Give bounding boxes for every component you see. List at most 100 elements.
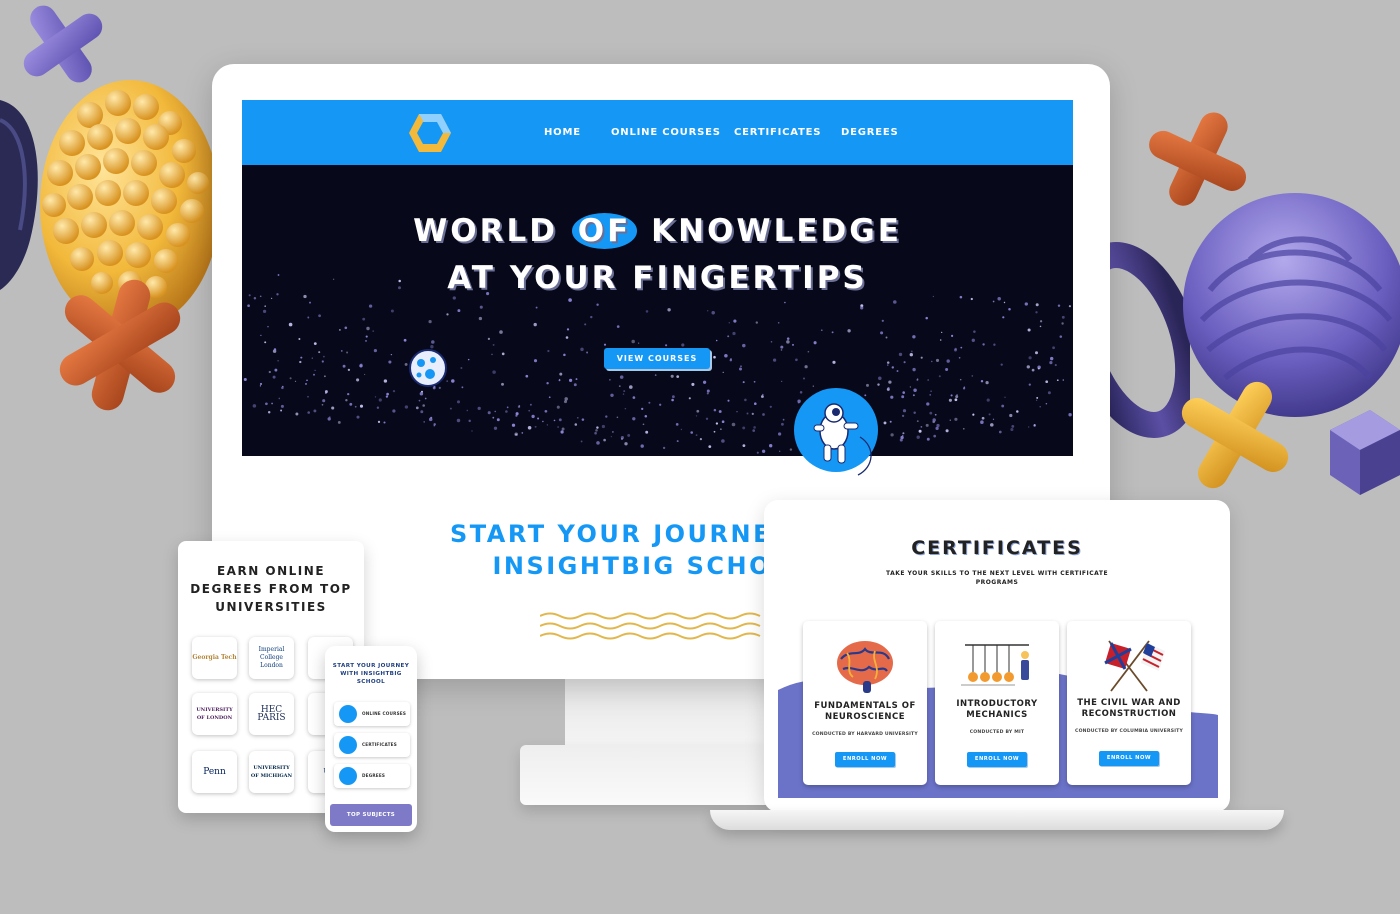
star-dot [620, 436, 624, 440]
star-dot [433, 423, 436, 426]
star-dot [323, 355, 325, 358]
star-dot [533, 359, 538, 363]
star-dot [777, 322, 780, 324]
star-dot [913, 388, 917, 393]
star-dot [331, 406, 335, 410]
university-logo-imperial[interactable]: Imperial College London [249, 637, 294, 679]
star-dot [575, 378, 578, 381]
star-dot [342, 364, 346, 368]
phone-item-certificates[interactable]: CERTIFICATES [334, 733, 410, 757]
certificate-card[interactable]: FUNDAMENTALS OF NEUROSCIENCE CONDUCTED B… [803, 621, 927, 785]
star-dot [988, 413, 991, 416]
star-dot [945, 368, 949, 371]
enroll-now-button[interactable]: ENROLL NOW [1099, 751, 1159, 766]
star-dot [274, 368, 278, 372]
star-dot [1028, 426, 1030, 428]
star-dot [493, 426, 498, 430]
star-dot [466, 409, 469, 412]
star-dot [935, 358, 940, 362]
hero-title-line1: WORLD OF KNOWLEDGE [242, 213, 1073, 249]
star-dot [779, 450, 781, 452]
hexagon-logo-icon[interactable] [407, 111, 453, 155]
star-dot [659, 403, 662, 406]
star-dot [877, 383, 880, 386]
star-dot [784, 301, 786, 304]
star-dot [932, 295, 935, 298]
star-dot [264, 341, 267, 344]
university-logo-georgia-tech[interactable]: Georgia Tech [192, 637, 237, 679]
nav-degrees-link[interactable]: Degrees [841, 127, 899, 138]
university-logo-hec[interactable]: HEC PARIS [249, 693, 294, 735]
star-dot [722, 371, 724, 374]
star-dot [755, 321, 758, 324]
certificate-card[interactable]: THE CIVIL WAR AND RECONSTRUCTION CONDUCT… [1067, 621, 1191, 785]
star-dot [891, 366, 895, 369]
star-dot [728, 322, 730, 324]
star-dot [365, 340, 367, 342]
star-dot [347, 368, 351, 372]
star-dot [912, 394, 915, 397]
star-dot [390, 309, 394, 313]
star-dot [740, 365, 742, 368]
certificates-heading: CERTIFICATES [911, 537, 1083, 559]
enroll-now-button[interactable]: ENROLL NOW [967, 752, 1027, 767]
star-dot [467, 358, 470, 361]
star-dot [954, 398, 958, 402]
university-logo-london[interactable]: UNIVERSITY OF LONDON [192, 693, 237, 735]
star-dot [980, 420, 984, 424]
card-conducted-by: CONDUCTED BY COLUMBIA UNIVERSITY [1075, 729, 1183, 734]
star-dot [623, 390, 626, 393]
star-dot [695, 415, 698, 417]
top-subjects-button[interactable]: TOP SUBJECTS [330, 804, 412, 826]
star-dot [1003, 301, 1006, 304]
enroll-now-button[interactable]: ENROLL NOW [835, 752, 895, 767]
view-courses-button[interactable]: VIEW COURSES [604, 348, 710, 369]
phone-heading: START YOUR JOURNEY WITH INSIGHTBIG SCHOO… [332, 663, 410, 685]
star-dot [936, 423, 940, 428]
university-logo-penn[interactable]: Penn [192, 751, 237, 793]
phone-item-degrees[interactable]: DEGREES [334, 764, 410, 788]
star-dot [580, 347, 584, 352]
star-dot [699, 438, 702, 441]
star-dot [372, 330, 375, 332]
star-dot [916, 378, 919, 381]
star-dot [376, 406, 380, 409]
star-dot [1061, 322, 1064, 325]
star-dot [780, 345, 784, 349]
star-dot [547, 349, 550, 353]
star-dot [954, 347, 957, 351]
star-dot [795, 358, 798, 362]
star-dot [280, 404, 284, 408]
hero-title-word: WORLD [413, 213, 572, 249]
star-dot [328, 416, 331, 418]
star-dot [576, 416, 579, 419]
certificate-card[interactable]: INTRODUCTORY MECHANICS CONDUCTED BY MIT … [935, 621, 1059, 785]
star-dot [648, 401, 651, 404]
star-dot [929, 411, 933, 415]
star-dot [960, 346, 963, 349]
star-dot [451, 379, 455, 383]
star-dot [531, 414, 535, 419]
star-dot [548, 396, 551, 399]
star-dot [362, 317, 366, 321]
star-dot [280, 409, 283, 412]
star-dot [1036, 396, 1039, 399]
star-dot [782, 418, 785, 421]
star-dot [373, 349, 377, 353]
star-dot [557, 426, 560, 428]
star-dot [632, 396, 636, 399]
nav-online-courses-link[interactable]: Online Courses [611, 127, 721, 138]
nav-certificates-link[interactable]: Certificates [734, 127, 821, 138]
star-dot [339, 329, 341, 331]
nav-home-link[interactable]: Home [544, 127, 581, 138]
star-dot [456, 418, 461, 423]
phone-item-online-courses[interactable]: ONLINE COURSES [334, 702, 410, 726]
journey-heading: START YOUR JOURNE INSIGHTBIG SCHO [442, 518, 772, 582]
university-logo-michigan[interactable]: UNIVERSITY OF MICHIGAN [249, 751, 294, 793]
star-dot [525, 374, 529, 378]
star-dot [769, 444, 773, 448]
star-dot [1039, 325, 1042, 328]
star-dot [392, 409, 396, 413]
star-dot [616, 325, 620, 328]
star-dot [581, 418, 585, 421]
